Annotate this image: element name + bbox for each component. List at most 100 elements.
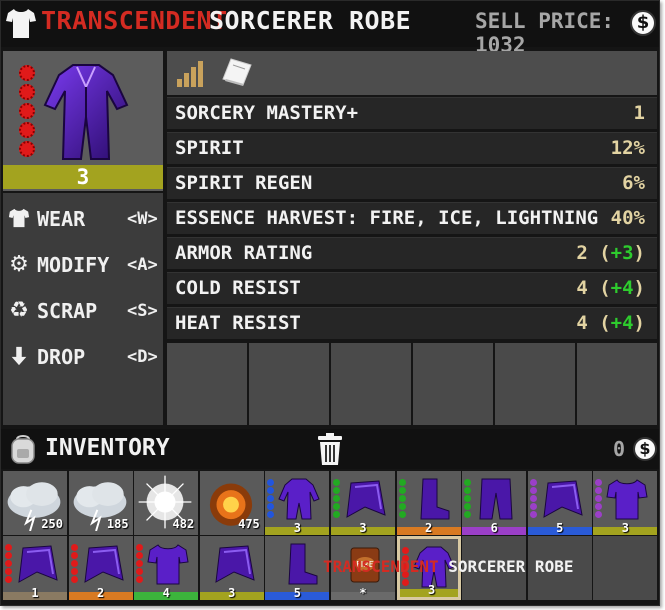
stat-header bbox=[167, 51, 657, 95]
stat-row: SORCERY MASTERY+ 1 bbox=[167, 97, 657, 129]
inventory-slot[interactable]: 2 bbox=[396, 471, 461, 535]
empty-inventory-slot[interactable] bbox=[593, 536, 658, 600]
inventory-slot[interactable]: 3 bbox=[331, 471, 395, 535]
inventory-money: 0 bbox=[613, 437, 626, 461]
inventory-slot[interactable]: 5 bbox=[265, 536, 330, 600]
backpack-icon bbox=[11, 435, 35, 464]
slot-count: 185 bbox=[106, 517, 129, 531]
arrow-down-icon bbox=[7, 345, 31, 369]
stat-row: ESSENCE HARVEST: FIRE, ICE, LIGHTNING 40… bbox=[167, 202, 657, 234]
empty-mod-slot[interactable] bbox=[331, 343, 411, 425]
drop-hotkey: <D> bbox=[127, 347, 158, 367]
inventory-slot[interactable]: 3 bbox=[265, 471, 330, 535]
inventory-slot[interactable]: 5 bbox=[527, 471, 592, 535]
stat-value: 4 (+4) bbox=[576, 277, 645, 299]
title-bar: TRANSCENDENT SORCERER ROBE SELL PRICE: 1… bbox=[1, 1, 659, 57]
stat-row: SPIRIT REGEN 6% bbox=[167, 167, 657, 199]
mod-slot-dots bbox=[464, 479, 472, 519]
slot-count: 3 bbox=[228, 586, 236, 600]
mod-slot-dots bbox=[529, 479, 538, 519]
modify-hotkey: <A> bbox=[127, 255, 158, 275]
inventory-slot[interactable]: 250 bbox=[3, 471, 67, 535]
purple-cape-icon bbox=[81, 542, 125, 586]
inventory-slot[interactable]: 4 bbox=[134, 536, 199, 600]
stat-value: 4 (+4) bbox=[576, 312, 645, 334]
slot-count: 475 bbox=[238, 517, 260, 531]
wear-label: WEAR bbox=[37, 207, 86, 231]
modify-button[interactable]: ⚙ MODIFY <A> bbox=[3, 245, 163, 285]
item-quality: TRANSCENDENT bbox=[41, 6, 228, 35]
stat-name: ARMOR RATING bbox=[175, 242, 313, 264]
stat-bonus: +4 bbox=[610, 312, 634, 334]
action-menu: WEAR <W> ⚙ MODIFY <A> ♻ SCRAP <S> DROP <… bbox=[3, 193, 163, 425]
frost-burst-icon bbox=[136, 473, 194, 529]
slot-count: 3 bbox=[293, 521, 301, 535]
stat-bonus: +4 bbox=[610, 277, 634, 299]
mod-slot-icon bbox=[19, 103, 35, 119]
inventory-slot[interactable]: 6 bbox=[462, 471, 527, 535]
wear-button[interactable]: WEAR <W> bbox=[3, 199, 163, 239]
storm-cloud-icon bbox=[5, 473, 63, 532]
inventory-title: INVENTORY bbox=[45, 435, 170, 461]
stat-value: 2 (+3) bbox=[576, 242, 645, 264]
empty-mod-slot[interactable] bbox=[577, 343, 657, 425]
inventory-slot[interactable]: 3 bbox=[593, 471, 658, 535]
slot-count: 5 bbox=[293, 586, 301, 600]
stat-value: 12% bbox=[610, 137, 645, 159]
empty-mod-slot[interactable] bbox=[413, 343, 493, 425]
slot-count: * bbox=[359, 586, 367, 600]
mod-slot-dots bbox=[5, 544, 13, 584]
wear-hotkey: <W> bbox=[127, 209, 158, 229]
stat-name: COLD RESIST bbox=[175, 277, 301, 299]
inventory-slot[interactable]: 2 bbox=[68, 536, 133, 600]
inventory-header: INVENTORY 0 $ bbox=[1, 429, 659, 469]
empty-mod-slot[interactable] bbox=[495, 343, 575, 425]
inventory-slot[interactable]: 482 bbox=[134, 471, 199, 535]
stat-row: COLD RESIST 4 (+4) bbox=[167, 272, 657, 304]
purple-boots-icon bbox=[277, 542, 321, 586]
mod-slot-icon bbox=[19, 141, 35, 157]
drop-button[interactable]: DROP <D> bbox=[3, 337, 163, 377]
shirt-icon bbox=[6, 9, 36, 38]
purple-shirt-icon bbox=[146, 542, 190, 586]
purple-robe-icon bbox=[277, 477, 321, 521]
drag-item-label: TRANSCENDENT SORCERER ROBE bbox=[323, 557, 573, 576]
slot-count: 4 bbox=[162, 586, 170, 600]
book-icon[interactable] bbox=[221, 57, 253, 87]
purple-robe-icon bbox=[43, 64, 129, 160]
mod-slot-icon bbox=[19, 65, 35, 81]
mod-slot-dots bbox=[267, 479, 275, 519]
slot-count: 3 bbox=[621, 521, 629, 535]
scrap-hotkey: <S> bbox=[127, 301, 158, 321]
inventory-slot[interactable]: 1 bbox=[3, 536, 67, 600]
mod-slot-icon bbox=[19, 122, 35, 138]
inventory-slot[interactable]: 3 bbox=[199, 536, 264, 600]
purple-boots-icon bbox=[409, 477, 453, 521]
shirt-icon bbox=[7, 207, 31, 231]
stat-bonus: +3 bbox=[610, 242, 634, 264]
stat-name: HEAT RESIST bbox=[175, 312, 301, 334]
item-preview[interactable]: 3 bbox=[3, 51, 163, 191]
signal-bars-icon[interactable] bbox=[175, 57, 207, 89]
gears-icon: ⚙ bbox=[9, 252, 29, 277]
mod-slot-dots bbox=[595, 479, 603, 519]
slot-count: 6 bbox=[490, 521, 498, 535]
inventory-slot[interactable]: 475 bbox=[199, 471, 264, 535]
purple-cape-icon bbox=[212, 542, 256, 586]
trash-icon[interactable] bbox=[315, 432, 345, 466]
slot-count: 1 bbox=[31, 586, 39, 600]
purple-cape-icon bbox=[540, 477, 584, 521]
stat-row: SPIRIT 12% bbox=[167, 132, 657, 164]
scrap-button[interactable]: ♻ SCRAP <S> bbox=[3, 291, 163, 331]
mod-slot-dots bbox=[333, 479, 341, 519]
slot-count: 482 bbox=[172, 517, 195, 531]
drag-item-quality: TRANSCENDENT bbox=[323, 557, 439, 576]
slot-count: 3 bbox=[427, 583, 436, 597]
scrap-label: SCRAP bbox=[37, 299, 98, 323]
empty-mod-slot[interactable] bbox=[249, 343, 329, 425]
mod-slot-dots bbox=[398, 479, 407, 519]
slot-count: 3 bbox=[359, 521, 367, 535]
inventory-slot[interactable]: 185 bbox=[68, 471, 133, 535]
slot-count: 5 bbox=[556, 521, 564, 535]
empty-mod-slot[interactable] bbox=[167, 343, 247, 425]
